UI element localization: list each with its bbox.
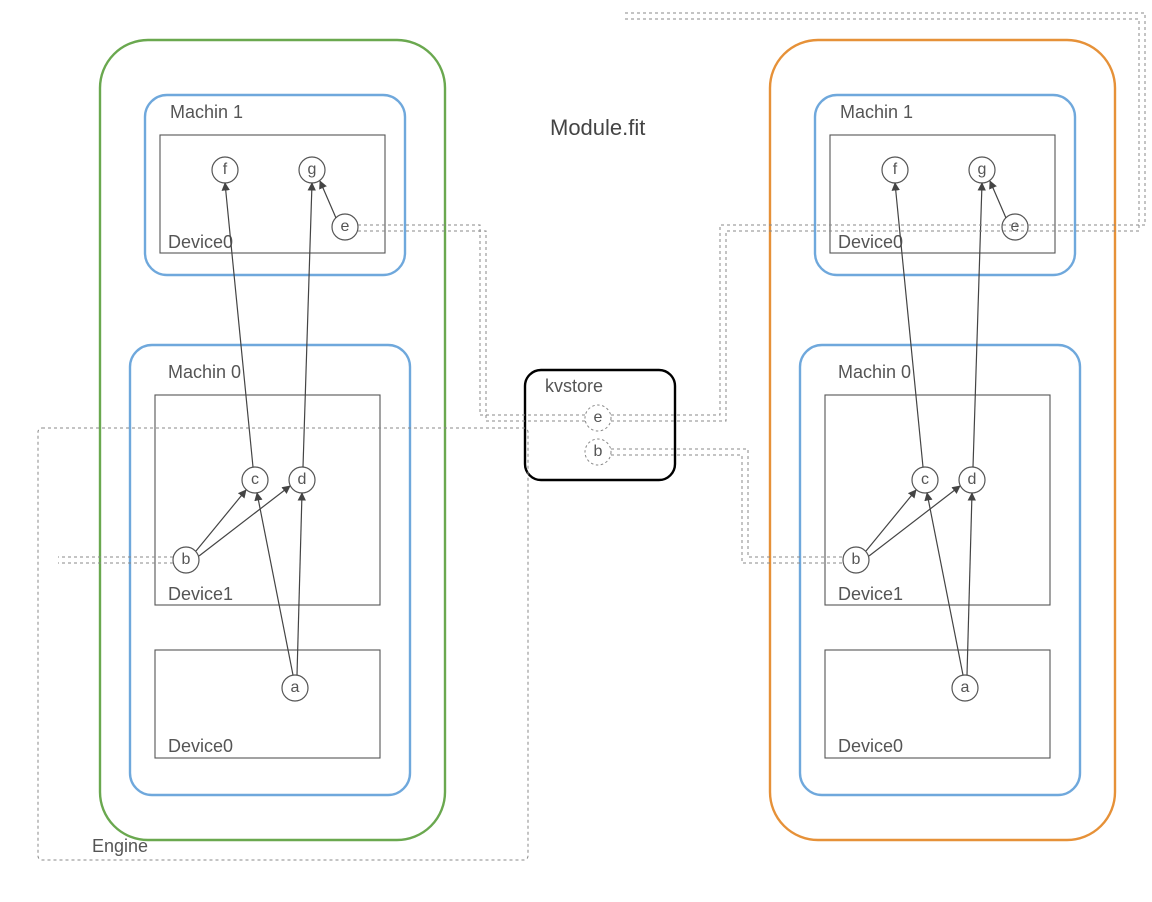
left-m0-node-a: a (282, 675, 308, 701)
right-edge-c-f (895, 183, 923, 467)
left-m1-node-g: g (299, 157, 325, 183)
kvstore-node-e: e (585, 405, 611, 431)
left-m0-device1-label: Device1 (168, 584, 233, 604)
svg-text:c: c (921, 471, 929, 488)
left-edge-a-d (297, 493, 302, 675)
right-machin0-box (800, 345, 1080, 795)
engine-label: Engine (92, 836, 148, 856)
left-edge-e-g (320, 181, 336, 218)
svg-text:g: g (978, 161, 987, 178)
diagram-title: Module.fit (550, 115, 645, 141)
right-m0-node-a: a (952, 675, 978, 701)
kvstore-label: kvstore (545, 376, 603, 396)
left-machin1-label: Machin 1 (170, 102, 243, 122)
svg-text:d: d (298, 471, 307, 488)
left-m1-node-f: f (212, 157, 238, 183)
right-edge-a-c (927, 493, 963, 675)
svg-text:f: f (893, 161, 898, 178)
right-edge-d-g (973, 183, 982, 467)
right-m0-node-c: c (912, 467, 938, 493)
svg-text:e: e (1011, 218, 1020, 235)
right-m0-device0-label: Device0 (838, 736, 903, 756)
right-machin0-label: Machin 0 (838, 362, 911, 382)
dash-kvb-to-right-b-1 (611, 449, 843, 557)
right-edge-a-d (967, 493, 972, 675)
left-edge-d-g (303, 183, 312, 467)
left-m0-node-c: c (242, 467, 268, 493)
right-m1-node-f: f (882, 157, 908, 183)
left-edge-c-f (225, 183, 253, 467)
right-m0-device1-label: Device1 (838, 584, 903, 604)
left-m1-device0-label: Device0 (168, 232, 233, 252)
svg-text:a: a (961, 679, 970, 696)
right-m0-device1-box (825, 395, 1050, 605)
right-edge-b-c (866, 490, 916, 551)
svg-text:b: b (182, 551, 191, 568)
svg-text:g: g (308, 161, 317, 178)
svg-text:e: e (594, 409, 603, 426)
svg-text:d: d (968, 471, 977, 488)
dash-right-e-wrap-top-2 (625, 19, 1139, 231)
diagram-root: Machin 1 Device0 f g e Machin 0 Device1 … (0, 0, 1152, 902)
right-engine-box (770, 40, 1115, 840)
svg-text:c: c (251, 471, 259, 488)
dash-kve-to-right-e-b (611, 231, 1028, 421)
right-m1-device0-label: Device0 (838, 232, 903, 252)
svg-text:a: a (291, 679, 300, 696)
left-machin0-box (130, 345, 410, 795)
svg-text:e: e (341, 218, 350, 235)
kvstore-node-b: b (585, 439, 611, 465)
left-engine-box (100, 40, 445, 840)
right-m0-node-d: d (959, 467, 985, 493)
right-edge-b-d (869, 486, 960, 556)
right-m0-node-b: b (843, 547, 869, 573)
right-edge-e-g (990, 181, 1006, 218)
svg-text:b: b (852, 551, 861, 568)
left-m0-node-b: b (173, 547, 199, 573)
svg-text:b: b (594, 443, 603, 460)
left-edge-b-d (199, 486, 290, 556)
left-machin0-label: Machin 0 (168, 362, 241, 382)
right-m1-node-g: g (969, 157, 995, 183)
left-m0-node-d: d (289, 467, 315, 493)
left-m0-device0-label: Device0 (168, 736, 233, 756)
left-edge-b-c (196, 490, 246, 551)
dash-kvb-to-right-b-2 (611, 455, 843, 563)
left-m0-device1-box (155, 395, 380, 605)
right-machin1-label: Machin 1 (840, 102, 913, 122)
svg-text:f: f (223, 161, 228, 178)
left-edge-a-c (257, 493, 293, 675)
